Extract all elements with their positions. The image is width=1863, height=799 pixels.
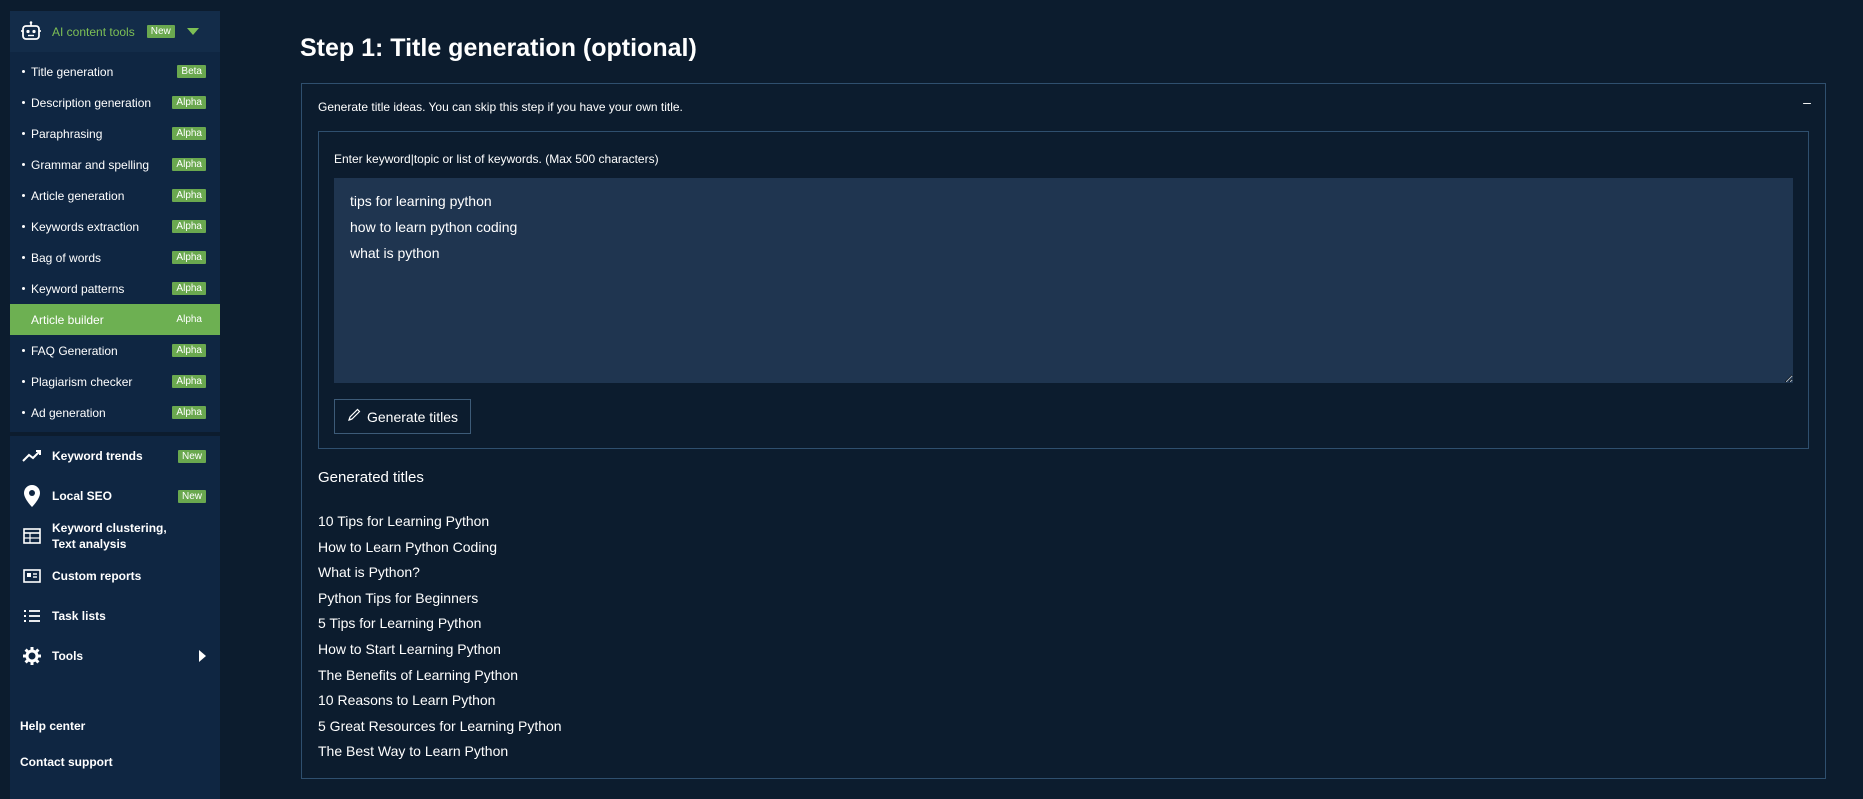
bullet-icon xyxy=(22,380,25,383)
sidebar-item-article-builder[interactable]: Article builder Alpha xyxy=(10,304,220,335)
keyword-input-label: Enter keyword|topic or list of keywords.… xyxy=(334,152,659,166)
list-item: What is Python? xyxy=(318,564,420,581)
sidebar-item-label: Keyword trends xyxy=(52,449,143,463)
title-generation-panel: Generate title ideas. You can skip this … xyxy=(301,83,1826,779)
contact-support-link[interactable]: Contact support xyxy=(10,755,113,769)
sidebar: AI content tools New Title generation Bet… xyxy=(10,11,220,799)
alpha-badge: Alpha xyxy=(172,375,206,388)
bullet-icon xyxy=(22,132,25,135)
list-item: 5 Tips for Learning Python xyxy=(318,615,482,632)
sidebar-item-label: Custom reports xyxy=(52,569,142,583)
sidebar-item-keyword-patterns[interactable]: Keyword patterns Alpha xyxy=(10,273,220,304)
pencil-icon xyxy=(347,408,361,425)
sidebar-item-bag-of-words[interactable]: Bag of words Alpha xyxy=(10,242,220,273)
bullet-icon xyxy=(22,163,25,166)
generate-titles-label: Generate titles xyxy=(367,408,459,425)
ai-content-tools-title: AI content tools xyxy=(52,24,135,39)
bullet-icon xyxy=(22,411,25,414)
sidebar-item-paraphrasing[interactable]: Paraphrasing Alpha xyxy=(10,118,220,149)
generated-titles-heading: Generated titles xyxy=(318,469,424,486)
bullet-icon xyxy=(22,194,25,197)
beta-badge: Beta xyxy=(177,65,206,78)
alpha-badge: Alpha xyxy=(172,127,206,140)
bullet-icon xyxy=(22,349,25,352)
list-item: 10 Tips for Learning Python xyxy=(318,513,490,529)
sidebar-item-ad-generation[interactable]: Ad generation Alpha xyxy=(10,397,220,428)
sidebar-item-label: Local SEO xyxy=(52,489,113,503)
gear-icon xyxy=(22,646,42,666)
alpha-badge: Alpha xyxy=(172,406,206,419)
alpha-badge: Alpha xyxy=(172,158,206,171)
sidebar-item-title-generation[interactable]: Title generation Beta xyxy=(10,56,220,87)
report-card-icon xyxy=(22,566,42,586)
list-item: The Benefits of Learning Python xyxy=(318,666,519,683)
caret-down-icon[interactable] xyxy=(186,28,199,35)
generate-titles-button[interactable]: Generate titles xyxy=(334,399,472,434)
sidebar-item-tools[interactable]: Tools xyxy=(10,636,220,676)
chevron-right-icon xyxy=(199,650,206,662)
bullet-icon xyxy=(22,101,25,104)
collapse-button[interactable]: – xyxy=(1799,94,1815,110)
bullet-icon xyxy=(22,70,25,73)
list-item: 5 Great Resources for Learning Python xyxy=(318,717,562,734)
alpha-badge: Alpha xyxy=(176,314,202,325)
list-item: The Best Way to Learn Python xyxy=(318,743,509,760)
sidebar-item-article-generation[interactable]: Article generation Alpha xyxy=(10,180,220,211)
keyword-textarea[interactable] xyxy=(334,178,1793,383)
alpha-badge: Alpha xyxy=(172,220,206,233)
sidebar-item-plagiarism-checker[interactable]: Plagiarism checker Alpha xyxy=(10,366,220,397)
sidebar-item-keyword-clustering[interactable]: Keyword clustering, Text analysis xyxy=(10,516,220,556)
sidebar-item-label: Keyword clustering, Text analysis xyxy=(52,521,167,551)
sidebar-item-custom-reports[interactable]: Custom reports xyxy=(10,556,220,596)
trend-icon xyxy=(22,446,42,466)
alpha-badge: Alpha xyxy=(172,282,206,295)
sidebar-item-description-generation[interactable]: Description generation Alpha xyxy=(10,87,220,118)
sidebar-item-local-seo[interactable]: Local SEO New xyxy=(10,476,220,516)
location-pin-icon xyxy=(22,485,42,507)
ai-content-tools-header[interactable]: AI content tools New xyxy=(10,11,220,52)
sidebar-item-keyword-trends[interactable]: Keyword trends New xyxy=(10,436,220,476)
sidebar-item-keywords-extraction[interactable]: Keywords extraction Alpha xyxy=(10,211,220,242)
panel-description: Generate title ideas. You can skip this … xyxy=(318,100,683,114)
new-badge: New xyxy=(177,489,206,503)
sidebar-item-label: Tools xyxy=(52,649,84,663)
list-item: Python Tips for Beginners xyxy=(318,589,479,606)
robot-icon xyxy=(20,20,42,43)
alpha-badge: Alpha xyxy=(172,251,206,264)
list-item: How to Learn Python Coding xyxy=(318,538,497,555)
list-icon xyxy=(22,606,42,626)
list-item: 10 Reasons to Learn Python xyxy=(318,692,496,709)
new-badge: New xyxy=(146,25,175,38)
sidebar-item-faq-generation[interactable]: FAQ Generation Alpha xyxy=(10,335,220,366)
bullet-icon xyxy=(22,225,25,228)
help-center-link[interactable]: Help center xyxy=(10,719,85,733)
sidebar-item-label: Task lists xyxy=(52,609,106,623)
page-title: Step 1: Title generation (optional) xyxy=(300,34,697,62)
keyword-form: Enter keyword|topic or list of keywords.… xyxy=(318,131,1809,449)
alpha-badge: Alpha xyxy=(172,189,206,202)
new-badge: New xyxy=(177,449,206,463)
ai-tools-submenu: Title generation Beta Description generat… xyxy=(10,56,220,428)
bullet-icon xyxy=(22,287,25,290)
sidebar-item-task-lists[interactable]: Task lists xyxy=(10,596,220,636)
bullet-icon xyxy=(22,256,25,259)
table-icon xyxy=(22,526,42,546)
alpha-badge: Alpha xyxy=(172,96,206,109)
alpha-badge: Alpha xyxy=(172,344,206,357)
sidebar-item-grammar-spelling[interactable]: Grammar and spelling Alpha xyxy=(10,149,220,180)
list-item: How to Start Learning Python xyxy=(318,640,501,657)
generated-titles-list: 10 Tips for Learning Python How to Learn… xyxy=(318,509,562,765)
